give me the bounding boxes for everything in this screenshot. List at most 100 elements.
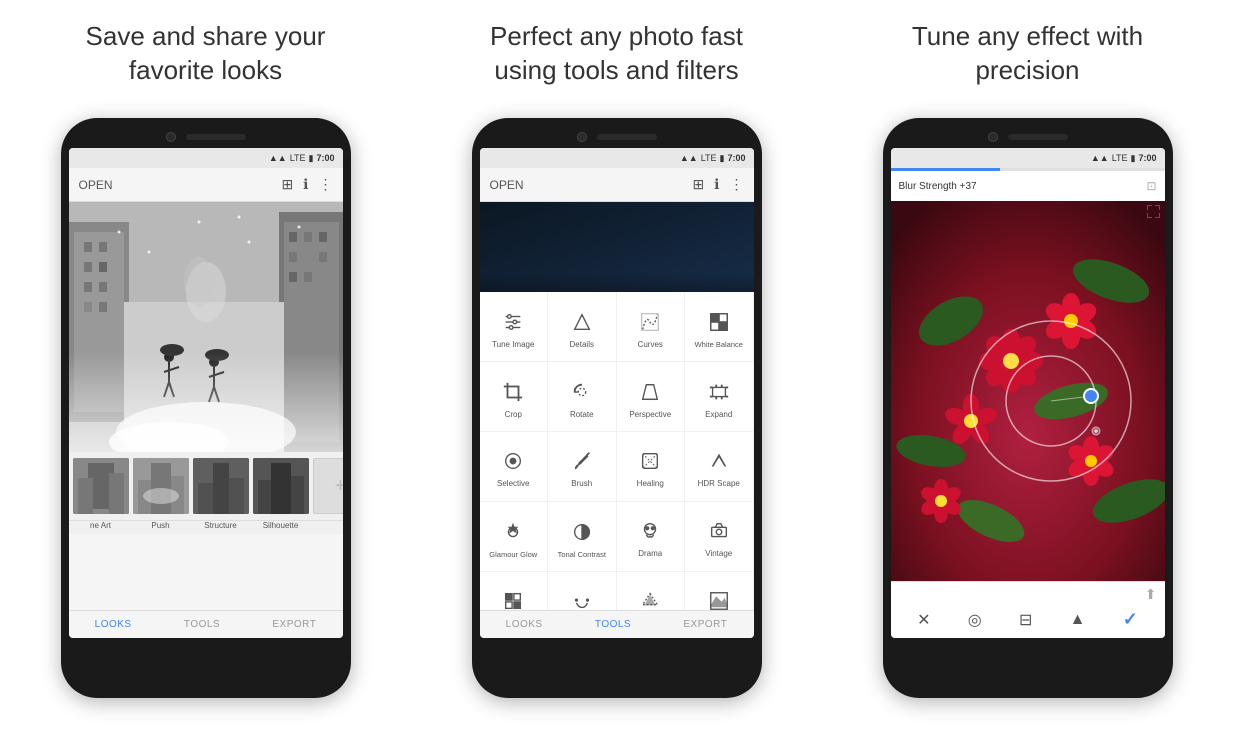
blur-strength-label: Blur Strength +37 xyxy=(899,181,977,192)
healing-label: Healing xyxy=(637,479,664,489)
signal-icon-2: ▲▲ xyxy=(680,153,698,163)
tool-rotate[interactable]: Rotate xyxy=(548,362,617,432)
tool-glamour-glow[interactable]: Glamour Glow xyxy=(480,502,549,572)
camera-dot-3 xyxy=(988,132,998,142)
tool-drama[interactable]: Drama xyxy=(617,502,686,572)
battery-icon-2: ▮ xyxy=(720,153,725,164)
thumb-label-3: Silhouette xyxy=(253,521,309,530)
snowy-scene xyxy=(69,202,343,452)
confirm-button-3[interactable]: ✓ xyxy=(1123,609,1138,630)
expand-corners-icon xyxy=(1147,205,1161,219)
status-bar-2: ▲▲ LTE ▮ 7:00 xyxy=(480,148,754,168)
tool-selective[interactable]: Selective xyxy=(480,432,549,502)
more-icon-2[interactable]: ⋮ xyxy=(730,176,744,193)
brush-icon xyxy=(568,447,596,475)
expand-label: Expand xyxy=(705,410,732,420)
tool-curves[interactable]: Curves xyxy=(617,292,686,362)
signal-icon: ▲▲ xyxy=(269,153,287,163)
phone-1-toolbar: OPEN ⊞ ℹ ⋮ xyxy=(69,168,343,202)
details-label: Details xyxy=(570,340,594,350)
phone-3-image xyxy=(891,201,1165,591)
tools-grid: Tune Image Details xyxy=(480,292,754,632)
tonal-contrast-label: Tonal Contrast xyxy=(558,550,606,559)
panel-1-title: Save and share your favorite looks xyxy=(86,20,326,100)
thumbnails-row: + xyxy=(69,452,343,521)
action-icons-row: ✕ ◎ ⊟ ▲ ✓ xyxy=(891,603,1165,638)
nav-tools-2[interactable]: TOOLS xyxy=(595,619,631,630)
vintage-label: Vintage xyxy=(705,549,732,559)
tool-hdr-scape[interactable]: HDR Scape xyxy=(685,432,754,502)
tune-image-label: Tune Image xyxy=(492,340,534,350)
tool-tune-image[interactable]: Tune Image xyxy=(480,292,549,362)
details-icon xyxy=(568,308,596,336)
panel-1-title-line1: Save and share your xyxy=(86,21,326,51)
thumb-labels: ne Art Push Structure Silhouette xyxy=(69,521,343,534)
thumb-2[interactable] xyxy=(193,458,249,514)
phone-2-screen: ▲▲ LTE ▮ 7:00 OPEN ⊞ ℹ ⋮ xyxy=(480,148,754,638)
status-bar-3: ▲▲ LTE ▮ 7:00 xyxy=(891,148,1165,168)
panel-2-title-line2: using tools and filters xyxy=(494,55,738,85)
radial-tool-icon[interactable]: ◎ xyxy=(968,610,982,630)
layers-icon[interactable]: ⊞ xyxy=(281,176,293,193)
phone-2-partial-image xyxy=(480,202,754,292)
open-label-2: OPEN xyxy=(490,178,524,192)
thumb-label-2: Structure xyxy=(193,521,249,530)
drama-icon xyxy=(636,517,664,545)
expand-icon xyxy=(705,378,733,406)
brush-label: Brush xyxy=(571,479,592,489)
tool-tonal-contrast[interactable]: Tonal Contrast xyxy=(548,502,617,572)
thumb-1[interactable] xyxy=(133,458,189,514)
nav-looks-1[interactable]: LOOKS xyxy=(95,619,132,630)
battery-icon: ▮ xyxy=(309,153,314,164)
status-bar-1: ▲▲ LTE ▮ 7:00 xyxy=(69,148,343,168)
tool-vintage[interactable]: Vintage xyxy=(685,502,754,572)
share-icon[interactable]: ⬆ xyxy=(891,582,1165,603)
thumb-4[interactable]: + xyxy=(313,458,343,514)
phone-3-top-bar xyxy=(891,132,1165,142)
crop-label: Crop xyxy=(505,410,522,420)
hdr-scape-icon xyxy=(705,447,733,475)
resize-icon: ⊡ xyxy=(1146,179,1156,193)
cancel-button-3[interactable]: ✕ xyxy=(917,610,930,630)
crop-icon xyxy=(499,378,527,406)
hdr-scape-label: HDR Scape xyxy=(698,479,740,489)
panel-3-title: Tune any effect with precision xyxy=(912,20,1143,100)
panel-3: Tune any effect with precision ▲▲ LTE ▮ … xyxy=(822,0,1233,754)
selective-icon xyxy=(499,447,527,475)
nav-export-2[interactable]: EXPORT xyxy=(683,619,727,630)
panel-2-title: Perfect any photo fast using tools and f… xyxy=(490,20,743,100)
phone-1: ▲▲ LTE ▮ 7:00 OPEN ⊞ ℹ ⋮ xyxy=(61,118,351,698)
tool-white-balance[interactable]: White Balance xyxy=(685,292,754,362)
panel-2-title-line1: Perfect any photo fast xyxy=(490,21,743,51)
phone-3-header: Blur Strength +37 ⊡ xyxy=(891,171,1165,201)
nav-looks-2[interactable]: LOOKS xyxy=(506,619,543,630)
camera-dot xyxy=(166,132,176,142)
signal-icon-3: ▲▲ xyxy=(1091,153,1109,163)
tool-details[interactable]: Details xyxy=(548,292,617,362)
panel-3-title-line1: Tune any effect with xyxy=(912,21,1143,51)
phone-3: ▲▲ LTE ▮ 7:00 Blur Strength +37 ⊡ xyxy=(883,118,1173,698)
toolbar-icons-1: ⊞ ℹ ⋮ xyxy=(281,176,332,193)
thumb-0[interactable] xyxy=(73,458,129,514)
tool-brush[interactable]: Brush xyxy=(548,432,617,502)
glamour-glow-label: Glamour Glow xyxy=(489,550,537,559)
layers-tool-icon[interactable]: ▲ xyxy=(1070,611,1086,629)
thumb-3[interactable] xyxy=(253,458,309,514)
tool-expand[interactable]: Expand xyxy=(685,362,754,432)
layers-icon-2[interactable]: ⊞ xyxy=(692,176,704,193)
rotate-label: Rotate xyxy=(570,410,594,420)
info-icon-2[interactable]: ℹ xyxy=(714,176,719,193)
tool-crop[interactable]: Crop xyxy=(480,362,549,432)
curves-icon xyxy=(636,308,664,336)
tool-perspective[interactable]: Perspective xyxy=(617,362,686,432)
tune-tool-icon[interactable]: ⊟ xyxy=(1019,610,1032,630)
phone-3-screen: ▲▲ LTE ▮ 7:00 Blur Strength +37 ⊡ xyxy=(891,148,1165,638)
status-time-1: 7:00 xyxy=(316,153,334,163)
info-icon[interactable]: ℹ xyxy=(303,176,308,193)
tool-healing[interactable]: Healing xyxy=(617,432,686,502)
more-icon[interactable]: ⋮ xyxy=(319,176,333,193)
nav-export-1[interactable]: EXPORT xyxy=(272,619,316,630)
speaker-grill xyxy=(186,134,246,140)
panel-2: Perfect any photo fast using tools and f… xyxy=(411,0,822,754)
nav-tools-1[interactable]: TOOLS xyxy=(184,619,220,630)
